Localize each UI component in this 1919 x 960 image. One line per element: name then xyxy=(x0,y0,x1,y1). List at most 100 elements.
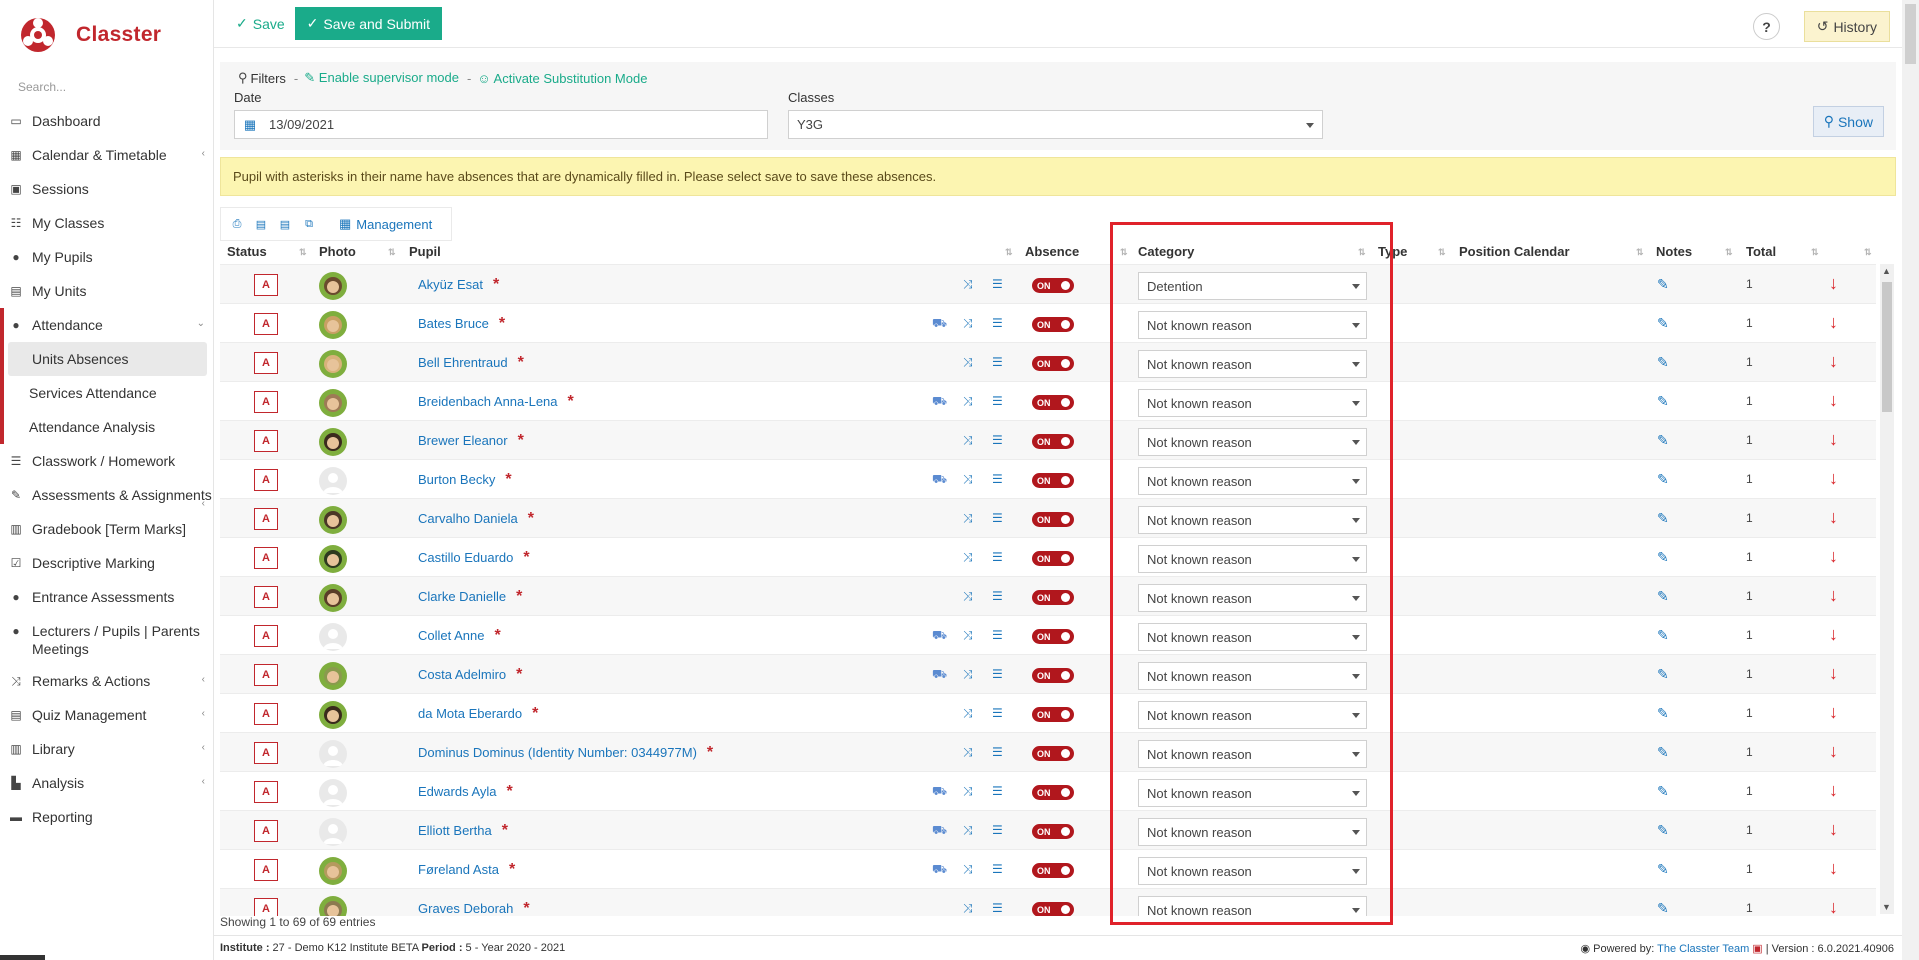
list-icon[interactable]: ☰ xyxy=(992,589,1003,603)
absence-toggle[interactable]: ON xyxy=(1032,668,1074,683)
pupil-name-link[interactable]: Bates Bruce * xyxy=(418,315,505,333)
sidebar-item-classwork[interactable]: ☰ Classwork / Homework xyxy=(0,444,213,478)
absence-toggle[interactable]: ON xyxy=(1032,824,1074,839)
arrow-down-icon[interactable]: ↓ xyxy=(1829,702,1838,723)
edit-notes-icon[interactable]: ✎ xyxy=(1657,627,1669,644)
status-badge[interactable]: A xyxy=(254,547,278,569)
list-icon[interactable]: ☰ xyxy=(992,550,1003,564)
arrow-down-icon[interactable]: ↓ xyxy=(1829,858,1838,879)
shuffle-icon[interactable]: ⤨ xyxy=(963,745,973,760)
pupil-name-link[interactable]: Graves Deborah * xyxy=(418,900,530,916)
list-icon[interactable]: ☰ xyxy=(992,667,1003,681)
status-badge[interactable]: A xyxy=(254,391,278,413)
history-button[interactable]: ↺ History xyxy=(1803,11,1890,42)
absence-toggle[interactable]: ON xyxy=(1032,356,1074,371)
absence-toggle[interactable]: ON xyxy=(1032,746,1074,761)
arrow-down-icon[interactable]: ↓ xyxy=(1829,312,1838,333)
shuffle-icon[interactable]: ⤨ xyxy=(963,901,973,916)
shuffle-icon[interactable]: ⤨ xyxy=(963,862,973,877)
shuffle-icon[interactable]: ⤨ xyxy=(963,667,973,682)
category-select[interactable]: Not known reason xyxy=(1138,506,1367,534)
shuffle-icon[interactable]: ⤨ xyxy=(963,823,973,838)
arrow-down-icon[interactable]: ↓ xyxy=(1829,546,1838,567)
list-icon[interactable]: ☰ xyxy=(992,472,1003,486)
status-badge[interactable]: A xyxy=(254,352,278,374)
shuffle-icon[interactable]: ⤨ xyxy=(963,511,973,526)
status-badge[interactable]: A xyxy=(254,586,278,608)
sidebar-item-my-classes[interactable]: ☷ My Classes xyxy=(0,206,213,240)
search-input[interactable]: Search... xyxy=(0,70,213,104)
column-type[interactable]: Type xyxy=(1378,244,1407,259)
edit-notes-icon[interactable]: ✎ xyxy=(1657,783,1669,800)
edit-notes-icon[interactable]: ✎ xyxy=(1657,354,1669,371)
category-select[interactable]: Not known reason xyxy=(1138,896,1367,916)
activate-substitution-mode-link[interactable]: ☺ Activate Substitution Mode xyxy=(477,71,647,86)
column-position-calendar[interactable]: Position Calendar xyxy=(1459,244,1570,259)
category-select[interactable]: Not known reason xyxy=(1138,740,1367,768)
sort-icon[interactable]: ⇅ xyxy=(1438,247,1446,258)
shuffle-icon[interactable]: ⤨ xyxy=(963,706,973,721)
csv-icon[interactable]: ▤ xyxy=(277,216,293,232)
absence-toggle[interactable]: ON xyxy=(1032,512,1074,527)
status-badge[interactable]: A xyxy=(254,274,278,296)
copy-icon[interactable]: ⧉ xyxy=(301,216,317,232)
arrow-down-icon[interactable]: ↓ xyxy=(1829,897,1838,916)
filters-toggle[interactable]: Filters xyxy=(251,71,286,86)
category-select[interactable]: Not known reason xyxy=(1138,584,1367,612)
bus-icon[interactable]: ⛟ xyxy=(932,784,947,800)
save-and-submit-button[interactable]: ✓ Save and Submit xyxy=(294,7,443,40)
shuffle-icon[interactable]: ⤨ xyxy=(963,628,973,643)
list-icon[interactable]: ☰ xyxy=(992,316,1003,330)
list-icon[interactable]: ☰ xyxy=(992,628,1003,642)
pupil-name-link[interactable]: Clarke Danielle * xyxy=(418,588,522,606)
sidebar-item-quiz[interactable]: ▤ Quiz Management ‹ xyxy=(0,698,213,732)
sort-icon[interactable]: ⇅ xyxy=(1636,247,1644,258)
arrow-down-icon[interactable]: ↓ xyxy=(1829,585,1838,606)
status-badge[interactable]: A xyxy=(254,820,278,842)
arrow-down-icon[interactable]: ↓ xyxy=(1829,390,1838,411)
category-select[interactable]: Not known reason xyxy=(1138,662,1367,690)
pupil-name-link[interactable]: Brewer Eleanor * xyxy=(418,432,524,450)
category-select[interactable]: Detention xyxy=(1138,272,1367,300)
column-photo[interactable]: Photo xyxy=(319,244,356,259)
bus-icon[interactable]: ⛟ xyxy=(932,316,947,332)
edit-notes-icon[interactable]: ✎ xyxy=(1657,315,1669,332)
sidebar-item-units-absences[interactable]: Units Absences xyxy=(8,342,207,376)
bus-icon[interactable]: ⛟ xyxy=(932,394,947,410)
page-scrollbar[interactable] xyxy=(1902,0,1919,960)
arrow-down-icon[interactable]: ↓ xyxy=(1829,819,1838,840)
list-icon[interactable]: ☰ xyxy=(992,511,1003,525)
pupil-name-link[interactable]: Akyüz Esat * xyxy=(418,276,499,294)
list-icon[interactable]: ☰ xyxy=(992,277,1003,291)
status-badge[interactable]: A xyxy=(254,313,278,335)
sort-icon[interactable]: ⇅ xyxy=(388,247,396,258)
status-badge[interactable]: A xyxy=(254,898,278,916)
category-select[interactable]: Not known reason xyxy=(1138,857,1367,885)
status-badge[interactable]: A xyxy=(254,430,278,452)
status-badge[interactable]: A xyxy=(254,664,278,686)
status-badge[interactable]: A xyxy=(254,859,278,881)
absence-toggle[interactable]: ON xyxy=(1032,278,1074,293)
list-icon[interactable]: ☰ xyxy=(992,901,1003,915)
sidebar-item-dashboard[interactable]: ▭ Dashboard xyxy=(0,104,213,138)
list-icon[interactable]: ☰ xyxy=(992,355,1003,369)
list-icon[interactable]: ☰ xyxy=(992,706,1003,720)
bus-icon[interactable]: ⛟ xyxy=(932,628,947,644)
pupil-name-link[interactable]: Edwards Ayla * xyxy=(418,783,513,801)
pupil-name-link[interactable]: Collet Anne * xyxy=(418,627,501,645)
shuffle-icon[interactable]: ⤨ xyxy=(963,784,973,799)
bus-icon[interactable]: ⛟ xyxy=(932,667,947,683)
shuffle-icon[interactable]: ⤨ xyxy=(963,316,973,331)
classes-select[interactable]: Y3G xyxy=(788,110,1323,139)
shuffle-icon[interactable]: ⤨ xyxy=(963,472,973,487)
category-select[interactable]: Not known reason xyxy=(1138,701,1367,729)
sort-icon[interactable]: ⇅ xyxy=(1005,247,1013,258)
sort-icon[interactable]: ⇅ xyxy=(1811,247,1819,258)
absence-toggle[interactable]: ON xyxy=(1032,317,1074,332)
scroll-up-icon[interactable]: ▲ xyxy=(1882,266,1891,276)
sort-icon[interactable]: ⇅ xyxy=(1725,247,1733,258)
bus-icon[interactable]: ⛟ xyxy=(932,472,947,488)
sidebar-item-library[interactable]: ▥ Library ‹ xyxy=(0,732,213,766)
print-icon[interactable]: ⎙ xyxy=(229,216,245,232)
edit-notes-icon[interactable]: ✎ xyxy=(1657,393,1669,410)
